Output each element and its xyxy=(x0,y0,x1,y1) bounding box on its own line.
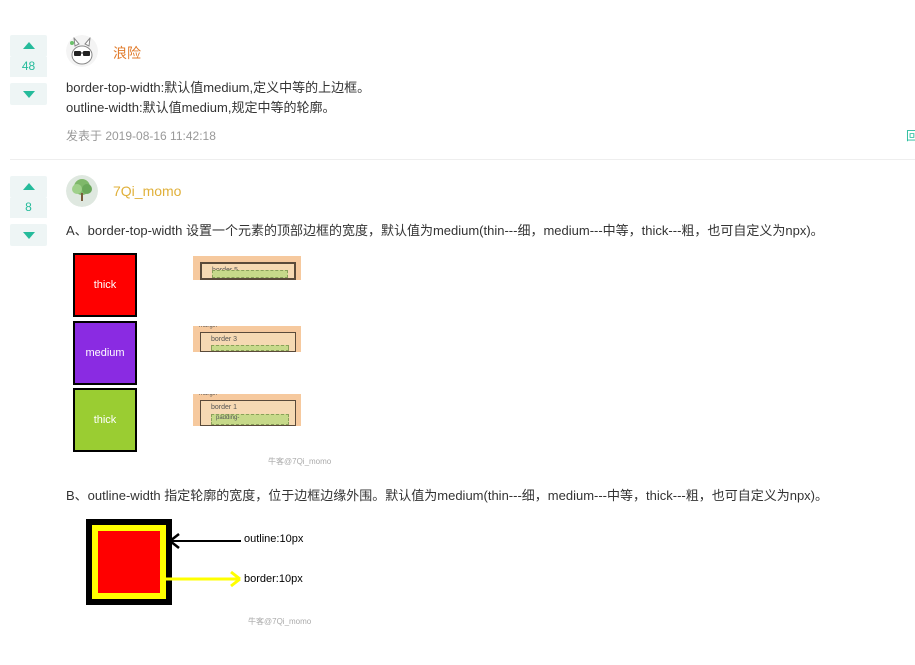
divider xyxy=(10,159,915,160)
downvote-button[interactable] xyxy=(10,224,47,246)
border-label: border 3 xyxy=(211,336,238,343)
post-timestamp: 发表于 2019-08-16 11:42:18 xyxy=(66,129,216,143)
box-model-thumbnail: margin border 1 padding- xyxy=(193,394,301,426)
avatar[interactable] xyxy=(66,175,98,207)
tree-avatar-icon xyxy=(66,175,98,207)
user-avatar-icon xyxy=(66,35,98,67)
medium-border-demo: medium xyxy=(73,321,137,385)
upvote-button[interactable] xyxy=(10,176,47,198)
margin-label: margin xyxy=(199,326,218,329)
answer-text-line: border-top-width:默认值medium,定义中等的上边框。 xyxy=(66,80,371,95)
answer-text-line: B、outline-width 指定轮廓的宽度，位于边框边缘外围。默认值为med… xyxy=(66,488,829,503)
padding-label: padding- xyxy=(216,415,240,421)
thick-border-demo: thick xyxy=(73,388,137,452)
arrow-down-icon xyxy=(23,232,35,239)
tile-label: thick xyxy=(93,279,117,291)
outline-border-illustration xyxy=(86,519,241,605)
padding-region: padding- xyxy=(211,414,289,425)
image-watermark: 牛客@7Qi_momo xyxy=(268,457,332,466)
username-link[interactable]: 7Qi_momo xyxy=(113,183,181,199)
answer-text-line: A、border-top-width 设置一个元素的顶部边框的宽度，默认值为me… xyxy=(66,223,824,238)
upvote-button[interactable] xyxy=(10,35,47,57)
box-model-thumbnail: margin border 3 xyxy=(193,326,301,352)
arrow-down-icon xyxy=(23,91,35,98)
outline-label: outline:10px xyxy=(244,533,304,545)
box-model-thumbnail: border 5 xyxy=(193,256,301,280)
border-region: border 5 xyxy=(200,262,296,280)
tile-label: thick xyxy=(93,414,117,426)
vote-widget: 48 xyxy=(10,35,47,105)
border-region: border 3 xyxy=(200,332,296,352)
username-link[interactable]: 浪险 xyxy=(113,43,141,63)
reply-link[interactable]: 回 xyxy=(906,127,915,144)
margin-label: margin xyxy=(199,394,218,397)
image-watermark: 牛客@7Qi_momo xyxy=(248,617,312,626)
tile-label: medium xyxy=(85,347,125,359)
answer-text-line: outline-width:默认值medium,规定中等的轮廓。 xyxy=(66,100,336,115)
border-label: border 1 xyxy=(211,404,238,411)
padding-region xyxy=(212,270,288,278)
vote-widget: 8 xyxy=(10,176,47,246)
vote-count: 48 xyxy=(10,57,47,77)
thick-border-demo: thick xyxy=(73,253,137,317)
vote-count: 8 xyxy=(10,198,47,218)
padding-region xyxy=(211,345,289,351)
downvote-button[interactable] xyxy=(10,83,47,105)
avatar[interactable] xyxy=(66,35,98,67)
border-region: border 1 padding- xyxy=(200,400,296,426)
arrow-up-icon xyxy=(23,42,35,49)
arrow-up-icon xyxy=(23,183,35,190)
border-label: border:10px xyxy=(244,573,303,585)
